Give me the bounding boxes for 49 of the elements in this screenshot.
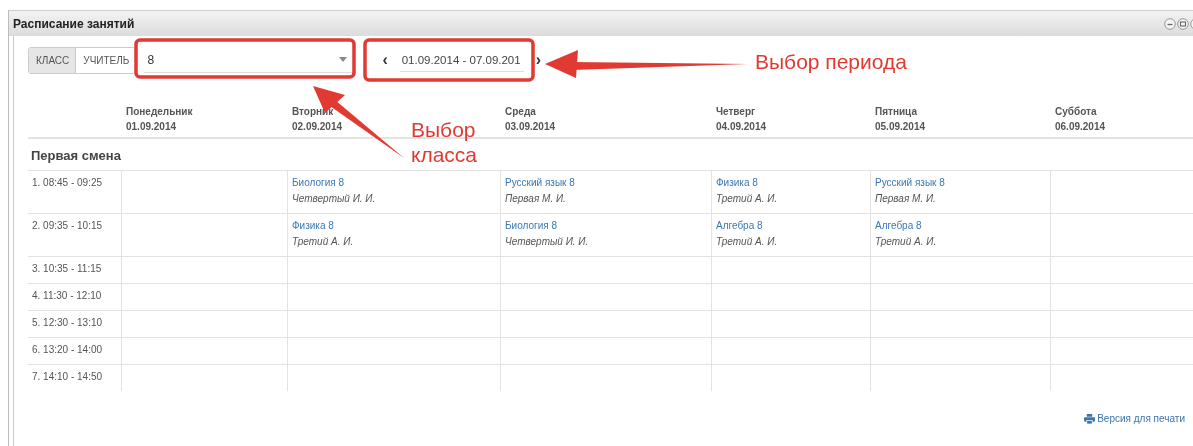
subject-link[interactable]: Алгебра 8 bbox=[716, 220, 763, 231]
subject-link[interactable]: Русский язык 8 bbox=[875, 177, 945, 188]
day-date: 04.09.2014 bbox=[716, 121, 767, 132]
annotation-text: Выбор класса bbox=[411, 117, 479, 167]
teacher-name: Третий А. И. bbox=[716, 193, 778, 204]
day-name: Пятница bbox=[875, 106, 917, 117]
lesson-time: 3. 10:35 - 11:15 bbox=[32, 263, 103, 274]
day-name: Понедельник bbox=[126, 106, 193, 117]
teacher-name: Четвертый И. И. bbox=[292, 193, 376, 204]
teacher-name: Третий А. И. bbox=[875, 236, 937, 247]
previous-button[interactable]: ‹ bbox=[378, 51, 392, 69]
print-link[interactable]: Версия для печати bbox=[1084, 413, 1185, 424]
period-field[interactable]: 01.09.2014 - 07.09.201 bbox=[399, 48, 524, 72]
next-button[interactable]: › bbox=[531, 51, 546, 69]
teacher-name: Третий А. И. bbox=[292, 236, 354, 247]
teacher-name: Первая М. И. bbox=[505, 193, 566, 204]
lesson-time: 2. 09:35 - 10:15 bbox=[32, 220, 104, 231]
caret-icon bbox=[339, 57, 348, 62]
annotation-text: Выбор периода bbox=[755, 49, 907, 74]
teacher-name: Первая М. И. bbox=[875, 193, 936, 204]
lesson-time: 7. 14:10 - 14:50 bbox=[32, 371, 104, 382]
day-date: 05.09.2014 bbox=[875, 121, 926, 132]
subject-link[interactable]: Биология 8 bbox=[292, 177, 344, 188]
lesson-time: 6. 13:20 - 14:00 bbox=[32, 344, 104, 355]
day-name: Суббота bbox=[1055, 106, 1097, 117]
day-date: 02.09.2014 bbox=[292, 121, 343, 132]
subject-link[interactable]: Физика 8 bbox=[292, 220, 334, 231]
maximize-icon[interactable] bbox=[1177, 17, 1189, 30]
mode-tab[interactable]: КЛАСС bbox=[29, 47, 76, 73]
class-select[interactable]: 8 bbox=[144, 47, 354, 73]
printer-icon bbox=[1084, 413, 1096, 424]
teacher-name: Третий А. И. bbox=[716, 236, 778, 247]
minimize-icon[interactable] bbox=[1164, 17, 1176, 30]
lesson-time: 4. 11:30 - 12:10 bbox=[32, 290, 103, 301]
day-name: Среда bbox=[505, 106, 536, 117]
window-title: Расписание занятий bbox=[13, 16, 135, 31]
subject-link[interactable]: Физика 8 bbox=[716, 177, 758, 188]
lesson-time: 1. 08:45 - 09:25 bbox=[32, 177, 104, 188]
day-date: 06.09.2014 bbox=[1055, 121, 1106, 132]
mode-tab[interactable]: УЧИТЕЛЬ bbox=[75, 47, 136, 73]
day-name: Вторник bbox=[292, 106, 334, 117]
lesson-time: 5. 12:30 - 13:10 bbox=[32, 317, 104, 328]
day-date: 01.09.2014 bbox=[126, 121, 177, 132]
teacher-name: Четвертый И. И. bbox=[505, 236, 589, 247]
day-date: 03.09.2014 bbox=[505, 121, 556, 132]
subject-link[interactable]: Алгебра 8 bbox=[875, 220, 922, 231]
subject-link[interactable]: Биология 8 bbox=[505, 220, 557, 231]
subject-link[interactable]: Русский язык 8 bbox=[505, 177, 575, 188]
day-name: Четверг bbox=[716, 106, 756, 117]
